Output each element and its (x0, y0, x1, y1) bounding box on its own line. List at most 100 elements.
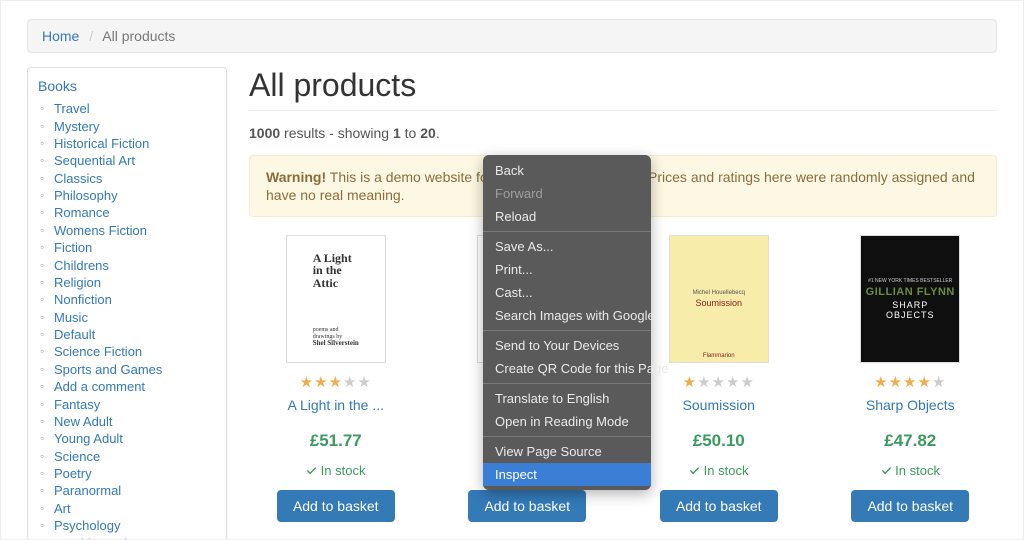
context-menu-item[interactable]: Reload (483, 205, 651, 228)
stock-status: In stock (632, 463, 806, 478)
category-link[interactable]: Romance (54, 205, 110, 220)
category-link[interactable]: Paranormal (54, 483, 121, 498)
star-icon: ★ (314, 374, 328, 391)
stock-status: In stock (249, 463, 423, 478)
add-to-basket-button[interactable]: Add to basket (277, 490, 395, 522)
product-price: £51.77 (249, 431, 423, 451)
context-menu-item[interactable]: Back (483, 159, 651, 182)
results-from: 1 (393, 125, 401, 141)
category-link[interactable]: Psychology (54, 518, 120, 533)
category-link[interactable]: Religion (54, 275, 101, 290)
category-link[interactable]: Travel (54, 101, 90, 116)
star-icon: ★ (740, 374, 754, 391)
category-link[interactable]: Fantasy (54, 397, 100, 412)
sidebar-item: Religion (38, 274, 220, 291)
category-link[interactable]: Science Fiction (54, 344, 142, 359)
category-link[interactable]: Classics (54, 171, 102, 186)
context-menu-item[interactable]: Send to Your Devices (483, 334, 651, 357)
category-link[interactable]: Sequential Art (54, 153, 135, 168)
sidebar-item: Historical Fiction (38, 135, 220, 152)
sidebar-item: Default (38, 326, 220, 343)
product-price: £47.82 (824, 431, 998, 451)
sidebar-item: Classics (38, 170, 220, 187)
category-link[interactable]: Art (54, 501, 71, 516)
context-menu-item[interactable]: Save As... (483, 235, 651, 258)
context-menu-item[interactable]: Create QR Code for this Page (483, 357, 651, 380)
category-link[interactable]: Nonfiction (54, 292, 112, 307)
context-menu-item[interactable]: Inspect (483, 463, 651, 486)
sidebar-item: Poetry (38, 465, 220, 482)
category-link[interactable]: Default (54, 327, 95, 342)
product-card: A Lightin theAtticpoems anddrawings bySh… (249, 235, 423, 522)
category-link[interactable]: Sports and Games (54, 362, 162, 377)
context-menu-item[interactable]: Translate to English (483, 387, 651, 410)
category-link[interactable]: Childrens (54, 258, 109, 273)
sidebar-item: Sports and Games (38, 361, 220, 378)
sidebar-item: Fiction (38, 239, 220, 256)
sidebar-item: Sequential Art (38, 152, 220, 169)
product-card: #1 NEW YORK TIMES BESTSELLERGILLIAN FLYN… (824, 235, 998, 522)
category-link[interactable]: Poetry (54, 466, 92, 481)
sidebar-item: Music (38, 309, 220, 326)
product-title-link[interactable]: A Light in the ... (287, 397, 384, 413)
add-to-basket-button[interactable]: Add to basket (851, 490, 969, 522)
context-menu-separator (483, 330, 651, 331)
sidebar-heading[interactable]: Books (38, 78, 77, 94)
sidebar-item: Autobiography (38, 534, 220, 540)
sidebar-item: Science (38, 448, 220, 465)
context-menu-item[interactable]: Open in Reading Mode (483, 410, 651, 433)
add-to-basket-button[interactable]: Add to basket (660, 490, 778, 522)
star-icon: ★ (889, 374, 903, 391)
star-icon: ★ (697, 374, 711, 391)
product-thumbnail[interactable]: A Lightin theAtticpoems anddrawings bySh… (286, 235, 386, 363)
sidebar-item: Art (38, 500, 220, 517)
results-to: 20 (420, 125, 436, 141)
category-link[interactable]: Fiction (54, 240, 92, 255)
results-line: 1000 results - showing 1 to 20. (249, 125, 997, 141)
category-link[interactable]: Young Adult (54, 431, 123, 446)
context-menu-item[interactable]: View Page Source (483, 440, 651, 463)
product-thumbnail[interactable]: #1 NEW YORK TIMES BESTSELLERGILLIAN FLYN… (860, 235, 960, 363)
product-card: Michel HouellebecqSoumissionFlammarion★★… (632, 235, 806, 522)
sidebar: Books Travel Mystery Historical Fiction Seq… (27, 67, 227, 540)
context-menu-separator (483, 436, 651, 437)
category-link[interactable]: Philosophy (54, 188, 118, 203)
sidebar-item: Young Adult (38, 430, 220, 447)
sidebar-item: Travel (38, 100, 220, 117)
context-menu-item[interactable]: Cast... (483, 281, 651, 304)
sidebar-item: New Adult (38, 413, 220, 430)
product-title-link[interactable]: Sharp Objects (866, 397, 955, 413)
context-menu-item[interactable]: Search Images with Google (483, 304, 651, 327)
add-to-basket-button[interactable]: Add to basket (468, 490, 586, 522)
page-title: All products (249, 67, 997, 104)
context-menu-separator (483, 383, 651, 384)
rating-stars: ★★★★★ (632, 373, 806, 391)
star-icon: ★ (874, 374, 888, 391)
category-link[interactable]: Autobiography (54, 536, 138, 540)
rating-stars: ★★★★★ (824, 373, 998, 391)
category-link[interactable]: Music (54, 310, 88, 325)
stock-status: In stock (824, 463, 998, 478)
category-link[interactable]: Science (54, 449, 100, 464)
category-link[interactable]: Add a comment (54, 379, 145, 394)
sidebar-item: Paranormal (38, 482, 220, 499)
product-price: £50.10 (632, 431, 806, 451)
star-icon: ★ (300, 374, 314, 391)
sidebar-item: Add a comment (38, 378, 220, 395)
star-icon: ★ (726, 374, 740, 391)
star-icon: ★ (329, 374, 343, 391)
category-link[interactable]: Historical Fiction (54, 136, 149, 151)
star-icon: ★ (357, 374, 371, 391)
category-link[interactable]: Womens Fiction (54, 223, 147, 238)
context-menu: BackForwardReloadSave As...Print...Cast.… (483, 155, 651, 490)
product-title-link[interactable]: Soumission (683, 397, 755, 413)
category-list: Travel Mystery Historical Fiction Sequentia… (38, 100, 220, 540)
sidebar-item: Mystery (38, 117, 220, 134)
breadcrumb: Home / All products (27, 19, 997, 53)
breadcrumb-home[interactable]: Home (42, 28, 79, 44)
product-thumbnail[interactable]: Michel HouellebecqSoumissionFlammarion (669, 235, 769, 363)
context-menu-item[interactable]: Print... (483, 258, 651, 281)
category-link[interactable]: New Adult (54, 414, 113, 429)
rating-stars: ★★★★★ (249, 373, 423, 391)
category-link[interactable]: Mystery (54, 119, 100, 134)
